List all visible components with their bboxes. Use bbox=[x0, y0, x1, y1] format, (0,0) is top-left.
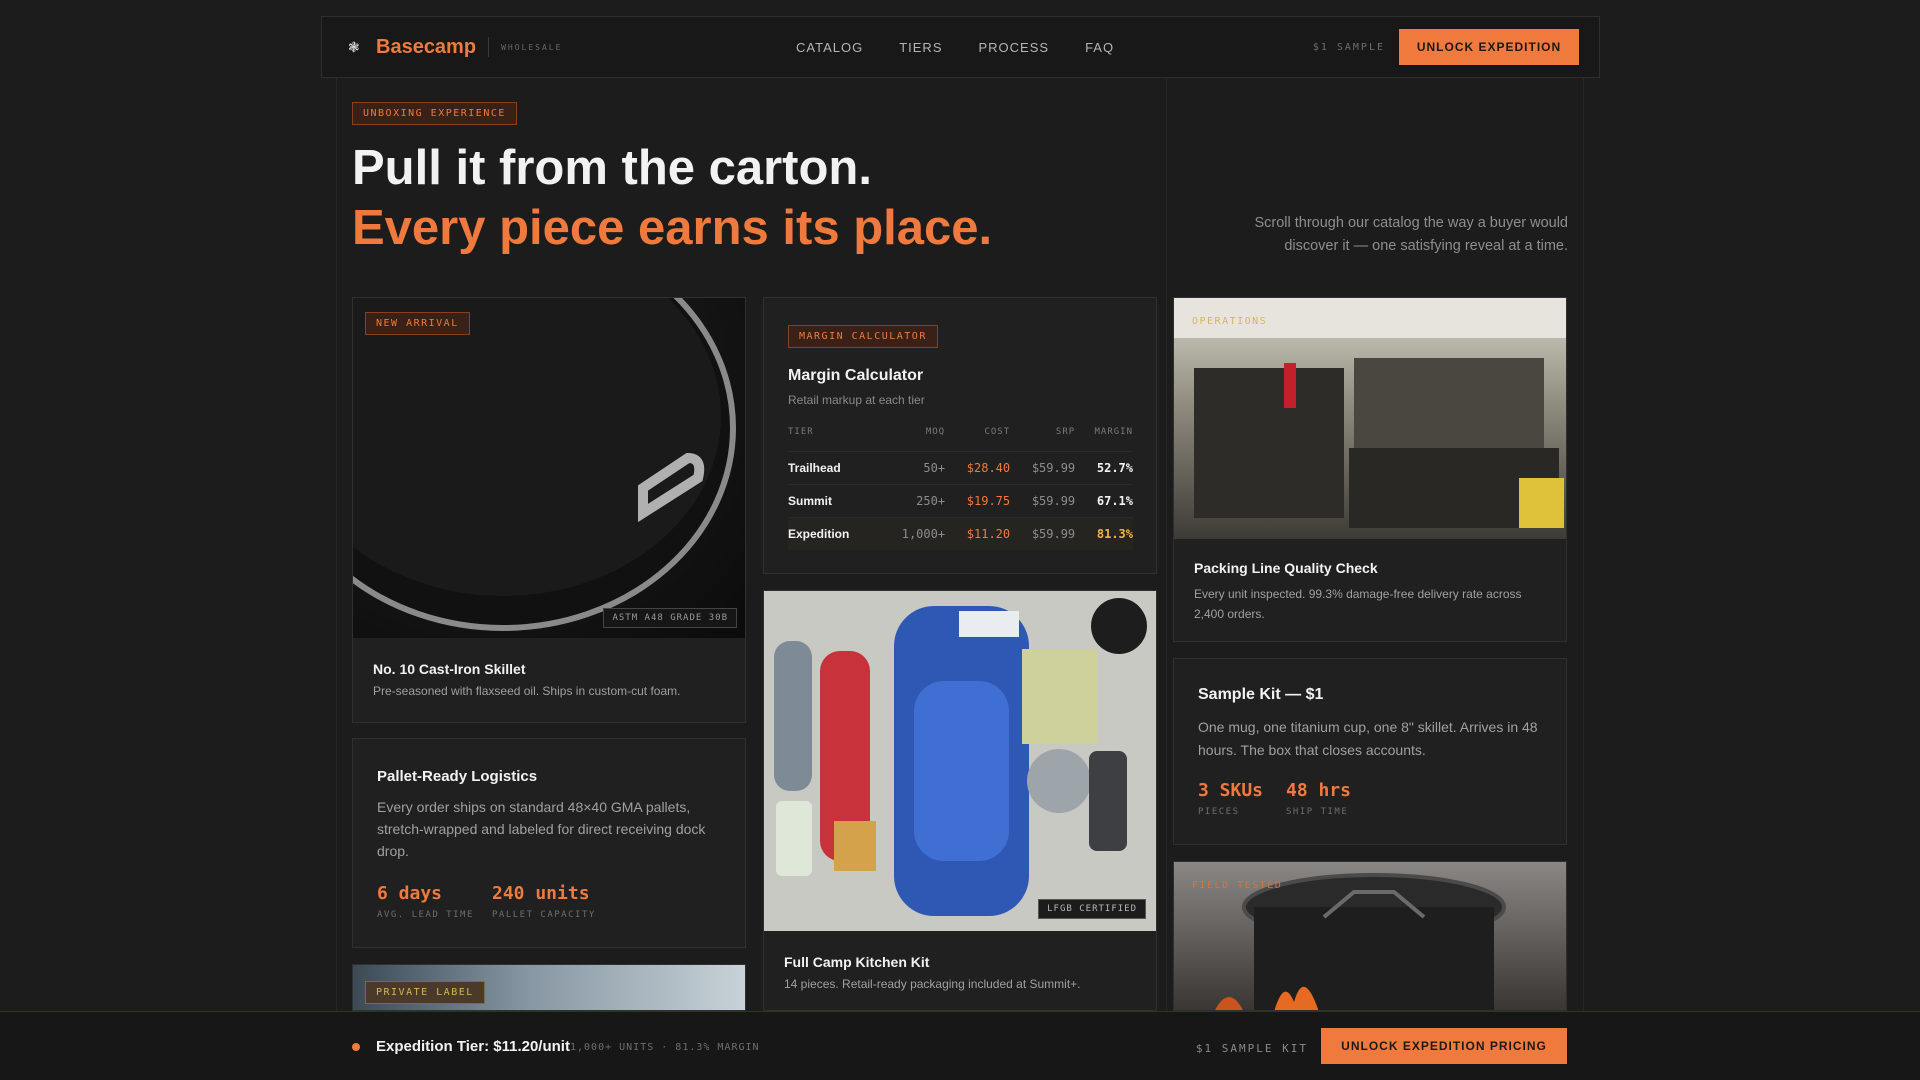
skillet-card[interactable]: NEW ARRIVAL ASTM A48 GRADE 30B No. 10 Ca… bbox=[352, 297, 746, 723]
operations-desc: Every unit inspected. 99.3% damage-free … bbox=[1194, 587, 1522, 621]
table-row[interactable]: Summit 250+ $19.75 $59.99 67.1% bbox=[788, 484, 1133, 518]
operations-tag: OPERATIONS bbox=[1192, 316, 1268, 327]
brand-name[interactable]: Basecamp bbox=[376, 36, 476, 59]
table-row-highlighted[interactable]: Expedition 1,000+ $11.20 $59.99 81.3% bbox=[788, 517, 1133, 550]
cost-cell: $28.40 bbox=[945, 451, 1011, 485]
lead-time-value: 6 days bbox=[377, 883, 443, 904]
col-moq: MOQ bbox=[925, 427, 946, 437]
skillet-title: No. 10 Cast-Iron Skillet bbox=[373, 661, 526, 677]
new-arrival-tag: NEW ARRIVAL bbox=[365, 312, 470, 335]
hero-tag: UNBOXING EXPERIENCE bbox=[352, 102, 517, 125]
hero-title: Pull it from the carton. bbox=[352, 141, 872, 195]
unlock-expedition-button[interactable]: UNLOCK EXPEDITION bbox=[1399, 29, 1579, 65]
brand-divider bbox=[488, 37, 490, 57]
moq-cell: 50+ bbox=[880, 451, 946, 485]
margin-cell: 67.1% bbox=[1075, 484, 1133, 518]
pallet-capacity-stat: 240 units PALLET CAPACITY bbox=[492, 883, 596, 920]
sample-kit-link[interactable]: $1 SAMPLE KIT bbox=[1196, 1042, 1308, 1055]
nav-process[interactable]: PROCESS bbox=[979, 40, 1050, 55]
unlock-expedition-pricing-button[interactable]: UNLOCK EXPEDITION PRICING bbox=[1321, 1028, 1567, 1064]
lfgb-badge: LFGB CERTIFIED bbox=[1038, 899, 1146, 919]
operations-title: Packing Line Quality Check bbox=[1194, 560, 1378, 576]
warehouse-illustration bbox=[1174, 298, 1566, 528]
sample-kit-card[interactable]: Sample Kit — $1 One mug, one titanium cu… bbox=[1173, 658, 1567, 845]
tier-summary: Expedition Tier: $11.20/unit bbox=[376, 1038, 570, 1055]
margin-cell: 52.7% bbox=[1075, 451, 1133, 485]
col-tier: TIER bbox=[788, 427, 814, 437]
cost-cell: $19.75 bbox=[945, 484, 1011, 518]
margin-calculator-tag: MARGIN CALCULATOR bbox=[788, 325, 938, 348]
material-badge: ASTM A48 GRADE 30B bbox=[603, 608, 737, 628]
sample-kit-desc: One mug, one titanium cup, one 8" skille… bbox=[1198, 719, 1538, 758]
table-row[interactable]: Trailhead 50+ $28.40 $59.99 52.7% bbox=[788, 451, 1133, 485]
field-tested-tag: FIELD TESTED bbox=[1192, 880, 1283, 891]
logistics-card: Pallet-Ready Logistics Every order ships… bbox=[352, 738, 746, 948]
field-tested-card[interactable]: FIELD TESTED bbox=[1173, 861, 1567, 1011]
pallet-capacity-value: 240 units bbox=[492, 883, 590, 904]
hero-subtitle: Every piece earns its place. bbox=[352, 201, 993, 255]
srp-cell: $59.99 bbox=[1010, 517, 1076, 550]
kitchen-kit-card[interactable]: LFGB CERTIFIED Full Camp Kitchen Kit 14 … bbox=[763, 590, 1157, 1011]
margin-table: TIER MOQ COST SRP MARGIN Trailhead 50+ $… bbox=[788, 427, 1133, 550]
tier-cell: Expedition bbox=[788, 517, 881, 550]
margin-calculator-subtitle: Retail markup at each tier bbox=[788, 393, 925, 407]
operations-card[interactable]: OPERATIONS Packing Line Quality Check Ev… bbox=[1173, 297, 1567, 642]
sample-kit-title: Sample Kit — $1 bbox=[1198, 686, 1324, 703]
col-margin: MARGIN bbox=[1094, 427, 1133, 437]
kitchen-kit-title: Full Camp Kitchen Kit bbox=[784, 954, 930, 970]
margin-calculator-card: MARGIN CALCULATOR Margin Calculator Reta… bbox=[763, 297, 1157, 574]
skillet-illustration bbox=[353, 298, 736, 631]
tier-cell: Summit bbox=[788, 484, 881, 518]
logistics-title: Pallet-Ready Logistics bbox=[377, 768, 538, 785]
margin-cell: 81.3% bbox=[1075, 517, 1133, 550]
col-srp: SRP bbox=[1055, 427, 1076, 437]
sticky-bottom-bar: Expedition Tier: $11.20/unit 1,000+ UNIT… bbox=[0, 1011, 1920, 1080]
logo-icon: ❃ bbox=[348, 39, 360, 55]
nav-faq[interactable]: FAQ bbox=[1085, 40, 1114, 55]
kitchen-kit-illustration bbox=[774, 598, 1147, 916]
tier-meta: 1,000+ UNITS · 81.3% MARGIN bbox=[570, 1042, 760, 1053]
status-dot bbox=[352, 1043, 360, 1051]
skillet-image: NEW ARRIVAL ASTM A48 GRADE 30B bbox=[353, 298, 745, 638]
ship-time-label: SHIP TIME bbox=[1286, 807, 1349, 817]
frame-line-right bbox=[1583, 76, 1584, 1080]
sample-link[interactable]: $1 SAMPLE bbox=[1313, 42, 1385, 53]
ship-time-value: 48 hrs bbox=[1286, 780, 1352, 801]
nav-catalog[interactable]: CATALOG bbox=[796, 40, 863, 55]
kitchen-kit-image: LFGB CERTIFIED bbox=[764, 591, 1156, 931]
pieces-stat: 3 SKUs PIECES bbox=[1198, 780, 1263, 817]
srp-cell: $59.99 bbox=[1010, 451, 1076, 485]
cost-cell: $11.20 bbox=[945, 517, 1011, 550]
lead-time-stat: 6 days AVG. LEAD TIME bbox=[377, 883, 474, 920]
brand-sub: WHOLESALE bbox=[501, 42, 563, 52]
hero-description: Scroll through our catalog the way a buy… bbox=[1254, 215, 1568, 254]
frame-line-left bbox=[336, 76, 337, 1080]
lead-time-label: AVG. LEAD TIME bbox=[377, 910, 474, 920]
moq-cell: 1,000+ bbox=[880, 517, 946, 550]
frame-line-mid bbox=[1166, 76, 1167, 1080]
col-cost: COST bbox=[984, 427, 1011, 437]
pallet-capacity-label: PALLET CAPACITY bbox=[492, 910, 596, 920]
tier-cell: Trailhead bbox=[788, 451, 881, 485]
packing-line-image: OPERATIONS bbox=[1174, 298, 1566, 539]
margin-calculator-title: Margin Calculator bbox=[788, 367, 924, 384]
private-label-card[interactable]: PRIVATE LABEL bbox=[352, 964, 746, 1011]
main-nav: CATALOG TIERS PROCESS FAQ bbox=[796, 40, 1114, 55]
srp-cell: $59.99 bbox=[1010, 484, 1076, 518]
site-header: ❃ Basecamp WHOLESALE CATALOG TIERS PROCE… bbox=[321, 16, 1600, 78]
moq-cell: 250+ bbox=[880, 484, 946, 518]
pieces-label: PIECES bbox=[1198, 807, 1240, 817]
logistics-desc: Every order ships on standard 48×40 GMA … bbox=[377, 799, 706, 859]
pieces-value: 3 SKUs bbox=[1198, 780, 1264, 801]
ship-time-stat: 48 hrs SHIP TIME bbox=[1286, 780, 1351, 817]
kitchen-kit-desc: 14 pieces. Retail-ready packaging includ… bbox=[784, 977, 1081, 991]
nav-tiers[interactable]: TIERS bbox=[899, 40, 942, 55]
skillet-desc: Pre-seasoned with flaxseed oil. Ships in… bbox=[373, 684, 681, 698]
private-label-tag: PRIVATE LABEL bbox=[365, 981, 485, 1004]
